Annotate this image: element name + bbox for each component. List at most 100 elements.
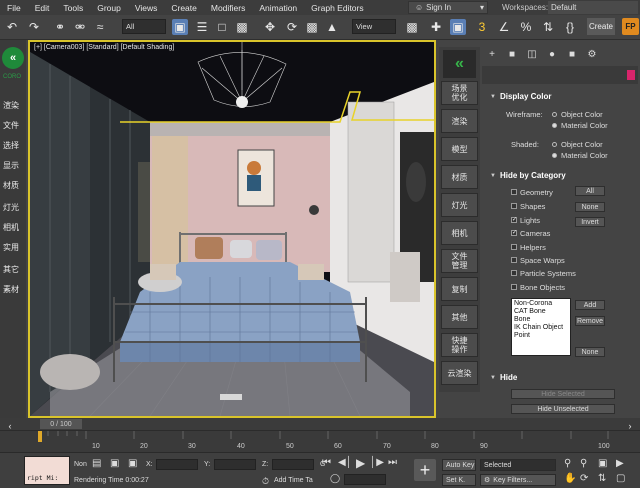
angle-snap-icon[interactable]: ∠: [496, 19, 512, 35]
snaps-toggle-icon[interactable]: 3: [474, 19, 490, 35]
left-item-other[interactable]: 其它: [3, 264, 19, 275]
tab-material[interactable]: 材质: [441, 165, 478, 189]
left-item-light[interactable]: 灯光: [3, 202, 19, 213]
tab-quick-ops[interactable]: 快捷 操作: [441, 333, 478, 357]
tab-scene-optimize[interactable]: 场景 优化: [441, 81, 478, 105]
reference-coordinate-dropdown[interactable]: View: [352, 19, 396, 34]
x-coordinate-field[interactable]: [156, 459, 198, 470]
goto-end-icon[interactable]: ⏭: [388, 457, 397, 468]
percent-snap-icon[interactable]: %: [518, 19, 534, 35]
modify-tab-icon[interactable]: ■: [506, 49, 518, 60]
remove-button[interactable]: Remove: [575, 316, 605, 326]
tab-render[interactable]: 渲染: [441, 109, 478, 133]
goto-start-icon[interactable]: ⏮: [322, 457, 331, 468]
create-tab-icon[interactable]: +: [486, 49, 498, 60]
menu-modifiers[interactable]: Modifiers: [204, 3, 252, 13]
window-crossing-icon[interactable]: ▩: [234, 19, 250, 35]
menu-create[interactable]: Create: [164, 3, 204, 13]
current-frame-field[interactable]: [344, 474, 386, 485]
camera-viewport[interactable]: [+] [Camera003] [Standard] [Default Shad…: [28, 40, 436, 418]
hide-selected-button[interactable]: Hide Selected: [511, 389, 615, 399]
menu-tools[interactable]: Tools: [56, 3, 90, 13]
prev-frame-icon[interactable]: ◀│: [338, 457, 352, 468]
field-of-view-icon[interactable]: ▶: [616, 458, 624, 469]
set-key-icon[interactable]: +: [414, 459, 436, 481]
menu-views[interactable]: Views: [128, 3, 165, 13]
wireframe-object-color-radio[interactable]: [552, 112, 557, 117]
menu-file[interactable]: File: [0, 3, 28, 13]
set-key-button[interactable]: Set K.: [442, 474, 476, 486]
display-color-rollout[interactable]: ▼ Display Color: [490, 92, 552, 101]
add-button[interactable]: Add: [575, 300, 605, 310]
workspaces-dropdown[interactable]: Default: [548, 1, 638, 14]
tab-copy[interactable]: 复制: [441, 277, 478, 301]
rotate-icon[interactable]: ⟳: [284, 19, 300, 35]
tab-cloud-render[interactable]: 云渲染: [441, 361, 478, 385]
create-selection-set-button[interactable]: Create: [587, 18, 615, 35]
lock-selection-icon[interactable]: ▣: [110, 458, 119, 469]
bone-objects-checkbox[interactable]: [511, 284, 517, 290]
bind-spacewarp-icon[interactable]: ≈: [92, 19, 108, 35]
list-item[interactable]: Point: [514, 332, 568, 340]
unlink-icon[interactable]: ⚮: [72, 19, 88, 35]
add-time-tag[interactable]: Add Time Ta: [274, 477, 313, 484]
category-listbox[interactable]: Non-Corona CAT Bone Bone IK Chain Object…: [511, 298, 571, 356]
tab-file-manage[interactable]: 文件 管理: [441, 249, 478, 273]
truck-icon[interactable]: ⇅: [598, 473, 606, 484]
list-item[interactable]: CAT Bone: [514, 308, 568, 316]
menu-edit[interactable]: Edit: [28, 3, 57, 13]
maximize-viewport-icon[interactable]: ▢: [616, 473, 625, 484]
auto-key-button[interactable]: Auto Key: [442, 459, 476, 471]
orbit-icon[interactable]: ⟳: [580, 473, 588, 484]
scale-icon[interactable]: ▩: [304, 19, 320, 35]
pan-icon[interactable]: ✋: [564, 473, 576, 484]
move-icon[interactable]: ✥: [262, 19, 278, 35]
plugin-logo-icon[interactable]: «: [443, 50, 476, 78]
geometry-checkbox[interactable]: [511, 189, 517, 195]
utilities-tab-icon[interactable]: ⚙: [586, 49, 598, 60]
absolute-mode-icon[interactable]: ▣: [128, 458, 137, 469]
space-warps-checkbox[interactable]: [511, 257, 517, 263]
hide-by-category-rollout[interactable]: ▼ Hide by Category: [490, 171, 566, 180]
left-item-render[interactable]: 渲染: [3, 100, 19, 111]
time-slider-bar[interactable]: 0 / 100 ‹ ›: [0, 418, 640, 431]
selection-filter-dropdown[interactable]: All: [122, 19, 166, 34]
hierarchy-tab-icon[interactable]: ◫: [526, 49, 538, 60]
zoom-all-icon[interactable]: ⚲: [580, 458, 587, 469]
next-frame-icon[interactable]: │▶: [370, 457, 384, 468]
sign-in-dropdown[interactable]: ☺ Sign In ▾: [408, 1, 488, 14]
redo-icon[interactable]: ↷: [26, 19, 42, 35]
motion-tab-icon[interactable]: ●: [546, 49, 558, 60]
menu-animation[interactable]: Animation: [252, 3, 304, 13]
tab-light[interactable]: 灯光: [441, 193, 478, 217]
key-mode-icon[interactable]: ◯: [330, 473, 340, 484]
keyboard-shortcut-override-icon[interactable]: ▣: [450, 19, 466, 35]
hide-unselected-button[interactable]: Hide Unselected: [511, 404, 615, 414]
pivot-center-icon[interactable]: ▩: [404, 19, 420, 35]
list-item[interactable]: Non-Corona: [514, 300, 568, 308]
spinner-snap-icon[interactable]: ⇅: [540, 19, 556, 35]
fp-plugin-button[interactable]: FP: [622, 18, 639, 35]
left-item-assets[interactable]: 素材: [3, 284, 19, 295]
tab-camera[interactable]: 相机: [441, 221, 478, 245]
display-tab-icon[interactable]: ■: [566, 49, 578, 60]
key-selection-dropdown[interactable]: Selected: [480, 459, 556, 471]
particle-systems-checkbox[interactable]: [511, 270, 517, 276]
helpers-checkbox[interactable]: [511, 244, 517, 250]
shaded-material-color-radio[interactable]: [552, 153, 557, 158]
all-button[interactable]: All: [575, 186, 605, 196]
menu-group[interactable]: Group: [90, 3, 128, 13]
menu-graph-editors[interactable]: Graph Editors: [304, 3, 370, 13]
none-button[interactable]: None: [575, 202, 605, 212]
zoom-icon[interactable]: ⚲: [564, 458, 571, 469]
viewport-label[interactable]: [+] [Camera003] [Standard] [Default Shad…: [34, 44, 174, 51]
select-manipulate-icon[interactable]: ✚: [428, 19, 444, 35]
rect-selection-icon[interactable]: □: [214, 19, 230, 35]
select-object-icon[interactable]: ▣: [172, 19, 188, 35]
object-color-swatch[interactable]: [627, 70, 635, 80]
wireframe-material-color-radio[interactable]: [552, 123, 557, 128]
tab-other[interactable]: 其他: [441, 305, 478, 329]
maxscript-listener[interactable]: ript Mi:: [24, 456, 70, 485]
key-filters-button[interactable]: ⚙ Key Filters...: [480, 474, 556, 486]
left-item-camera[interactable]: 相机: [3, 222, 19, 233]
